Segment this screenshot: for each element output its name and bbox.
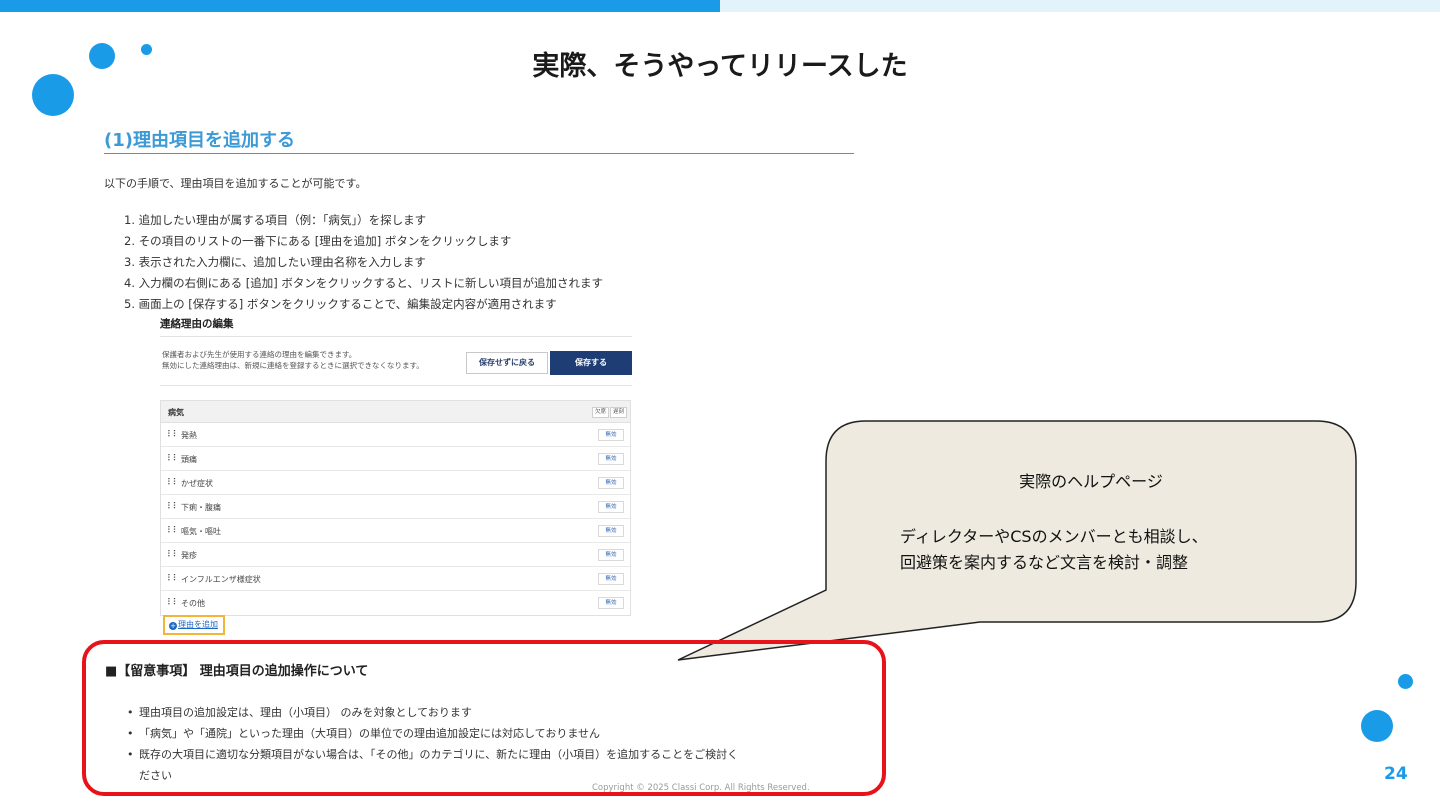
notice-highlight-frame [82,640,886,796]
callout-title: 実際のヘルプページ [1019,472,1163,491]
copyright: Copyright © 2025 Classi Corp. All Rights… [592,783,810,793]
callout-line-2: 回避策を案内するなど文言を検討・調整 [900,553,1189,572]
callout-body: ディレクターやCSのメンバーとも相談し、 回避策を案内するなど文言を検討・調整 [900,524,1208,576]
callout-line-1: ディレクターやCSのメンバーとも相談し、 [900,527,1208,546]
page-number: 24 [1384,764,1408,784]
